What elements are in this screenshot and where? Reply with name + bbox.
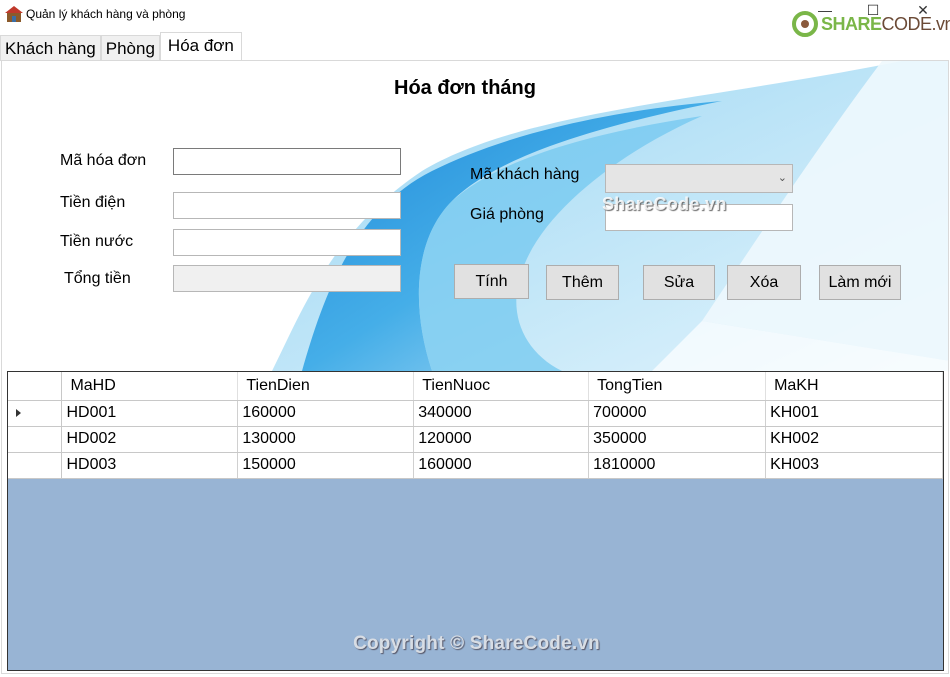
cell-makh[interactable]: KH001 bbox=[765, 400, 943, 427]
column-header-makh[interactable]: MaKH bbox=[765, 372, 943, 401]
row-header[interactable] bbox=[8, 426, 63, 453]
column-header-tiendien[interactable]: TienDien bbox=[237, 372, 415, 401]
logo-code-text: CODE.vn bbox=[881, 13, 950, 34]
tab-phong[interactable]: Phòng bbox=[100, 35, 160, 61]
ma-hoa-don-label: Mã hóa đơn bbox=[60, 152, 147, 169]
xoa-button[interactable]: Xóa bbox=[727, 265, 801, 300]
tien-nuoc-label: Tiền nước bbox=[60, 233, 134, 250]
cell-tongtien[interactable]: 700000 bbox=[588, 400, 767, 427]
ma-khach-hang-select[interactable]: ⌄ bbox=[605, 164, 793, 193]
cell-makh[interactable]: KH003 bbox=[765, 452, 943, 479]
page-heading: Hóa đơn tháng bbox=[394, 77, 536, 99]
tab-hoa-don[interactable]: Hóa đơn bbox=[159, 32, 242, 61]
watermark-text: ShareCode.vn bbox=[602, 194, 727, 214]
tinh-button[interactable]: Tính bbox=[454, 264, 529, 299]
invoice-grid[interactable]: MaHD TienDien TienNuoc TongTien MaKH HD0… bbox=[7, 371, 944, 671]
tien-dien-label: Tiền điện bbox=[60, 194, 126, 211]
recycle-logo-icon bbox=[792, 11, 818, 37]
logo-share-text: SHARE bbox=[821, 13, 882, 34]
tien-dien-input[interactable] bbox=[173, 192, 401, 219]
copyright-watermark: Copyright © ShareCode.vn bbox=[353, 633, 600, 654]
grid-header-row: MaHD TienDien TienNuoc TongTien MaKH bbox=[8, 372, 943, 401]
tong-tien-label: Tổng tiền bbox=[64, 270, 131, 287]
tab-strip: Khách hàng Phòng Hóa đơn bbox=[0, 32, 242, 61]
chevron-down-icon[interactable]: ⌄ bbox=[778, 171, 787, 184]
cell-tiennuoc[interactable]: 340000 bbox=[413, 400, 590, 427]
cell-tongtien[interactable]: 350000 bbox=[588, 426, 767, 453]
cell-tiennuoc[interactable]: 160000 bbox=[413, 452, 590, 479]
invoice-panel: Hóa đơn tháng Mã hóa đơn Tiền điện Tiền … bbox=[1, 60, 949, 674]
ma-khach-hang-label: Mã khách hàng bbox=[470, 166, 580, 183]
cell-makh[interactable]: KH002 bbox=[765, 426, 943, 453]
cell-tongtien[interactable]: 1810000 bbox=[588, 452, 767, 479]
table-row[interactable]: HD003 150000 160000 1810000 KH003 bbox=[8, 452, 943, 479]
lam-moi-button[interactable]: Làm mới bbox=[819, 265, 901, 300]
gia-phong-label: Giá phòng bbox=[470, 206, 544, 223]
ma-hoa-don-input[interactable] bbox=[173, 148, 401, 175]
cell-mahd[interactable]: HD001 bbox=[61, 400, 239, 427]
cell-tiendien[interactable]: 150000 bbox=[237, 452, 415, 479]
tien-nuoc-input[interactable] bbox=[173, 229, 401, 256]
title-bar: Quản lý khách hàng và phòng — ☐ ✕ SHARE C… bbox=[0, 0, 950, 37]
tong-tien-input[interactable] bbox=[173, 265, 401, 292]
column-header-tiennuoc[interactable]: TienNuoc bbox=[413, 372, 590, 401]
them-button[interactable]: Thêm bbox=[546, 265, 619, 300]
current-row-arrow-icon bbox=[16, 409, 21, 417]
table-row[interactable]: HD002 130000 120000 350000 KH002 bbox=[8, 426, 943, 453]
tab-khach-hang[interactable]: Khách hàng bbox=[0, 35, 101, 61]
house-icon bbox=[5, 6, 23, 22]
cell-tiendien[interactable]: 130000 bbox=[237, 426, 415, 453]
cell-tiendien[interactable]: 160000 bbox=[237, 400, 415, 427]
cell-tiennuoc[interactable]: 120000 bbox=[413, 426, 590, 453]
cell-mahd[interactable]: HD002 bbox=[61, 426, 239, 453]
row-header[interactable] bbox=[8, 400, 63, 427]
table-row[interactable]: HD001 160000 340000 700000 KH001 bbox=[8, 400, 943, 427]
row-header[interactable] bbox=[8, 452, 63, 479]
column-header-mahd[interactable]: MaHD bbox=[61, 372, 239, 401]
window-title: Quản lý khách hàng và phòng bbox=[26, 7, 186, 21]
sua-button[interactable]: Sửa bbox=[643, 265, 715, 300]
invoice-table: MaHD TienDien TienNuoc TongTien MaKH HD0… bbox=[8, 372, 943, 479]
cell-mahd[interactable]: HD003 bbox=[61, 452, 239, 479]
sharecode-logo: SHARE CODE.vn bbox=[792, 10, 950, 38]
column-header-tongtien[interactable]: TongTien bbox=[588, 372, 767, 401]
row-header-corner[interactable] bbox=[8, 372, 63, 401]
